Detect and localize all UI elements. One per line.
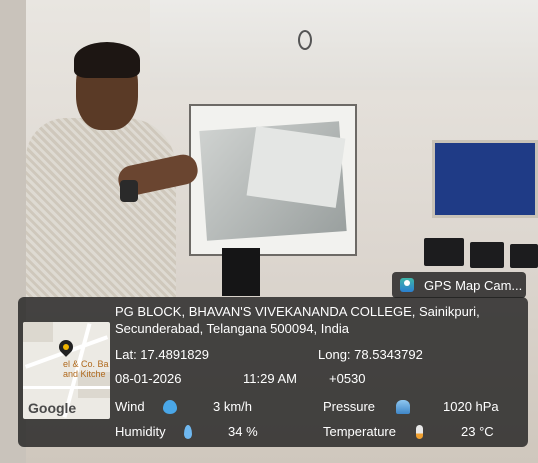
map-place-label: el & Co. Ba and Kitche <box>63 359 109 379</box>
monitor <box>510 244 538 268</box>
latitude: Lat: 17.4891829 <box>115 347 209 362</box>
cpu-tower <box>222 248 260 296</box>
classroom-photo: GPS Map Cam... el & Co. Ba and Kitche Go… <box>0 0 538 463</box>
person-body <box>26 118 176 298</box>
address-line-2: Secunderabad, Telangana 500094, India <box>115 321 349 336</box>
notice-board <box>432 140 538 218</box>
wind-icon <box>163 400 177 414</box>
temperature-label: Temperature <box>323 424 396 439</box>
geotag-overlay: el & Co. Ba and Kitche Google PG BLOCK, … <box>18 297 528 447</box>
ceiling <box>150 0 538 90</box>
timezone: +0530 <box>329 371 366 386</box>
map-thumbnail: el & Co. Ba and Kitche Google <box>23 322 110 419</box>
pressure-icon <box>396 400 410 414</box>
humidity-label: Humidity <box>115 424 166 439</box>
monitor <box>470 242 504 268</box>
pressure-label: Pressure <box>323 399 376 414</box>
date: 08-01-2026 <box>115 371 182 386</box>
wind-value: 3 km/h <box>213 399 253 414</box>
wristwatch <box>120 180 138 202</box>
address-line-1: PG BLOCK, BHAVAN'S VIVEKANANDA COLLEGE, … <box>115 304 480 319</box>
humidity-value: 34 % <box>228 424 258 439</box>
projector-screen <box>189 104 357 256</box>
person-hair <box>74 42 140 78</box>
monitor <box>424 238 464 266</box>
ceiling-light <box>298 30 312 50</box>
longitude: Long: 78.5343792 <box>318 347 423 362</box>
projected-slide-detail <box>246 126 346 208</box>
gps-map-camera-icon <box>400 278 414 292</box>
gps-badge-label: GPS Map Cam... <box>424 277 523 293</box>
time: 11:29 AM <box>243 371 297 386</box>
gps-app-badge: GPS Map Cam... <box>392 272 526 298</box>
map-provider-logo: Google <box>28 400 77 416</box>
temperature-value: 23 °C <box>461 424 494 439</box>
wind-label: Wind <box>115 399 145 414</box>
pressure-value: 1020 hPa <box>443 399 499 414</box>
temperature-icon <box>416 425 423 439</box>
humidity-icon <box>184 425 192 439</box>
